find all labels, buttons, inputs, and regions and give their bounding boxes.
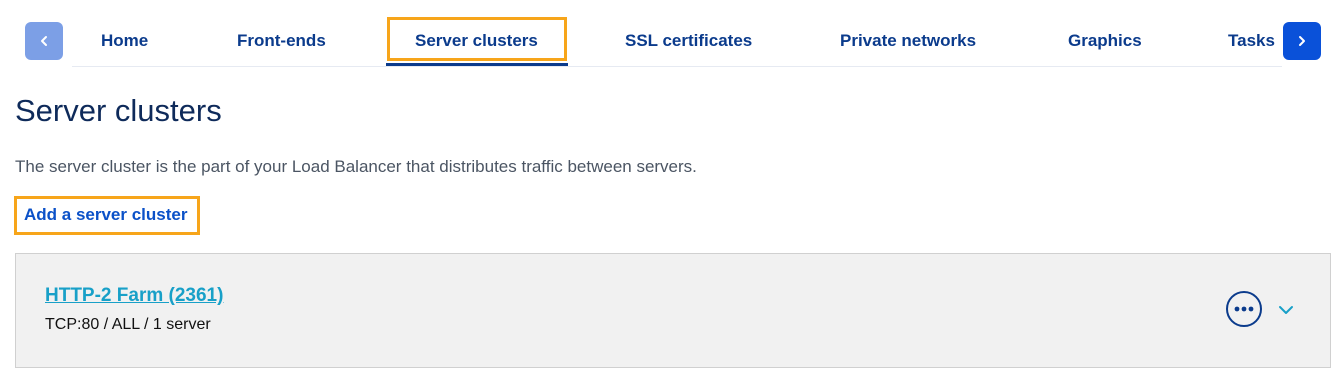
page-title: Server clusters (15, 93, 222, 128)
active-tab-indicator (386, 63, 568, 66)
page-description: The server cluster is the part of your L… (15, 157, 697, 176)
tabs-divider (72, 66, 1282, 67)
more-options-icon (1234, 306, 1254, 312)
tab-home[interactable]: Home (101, 28, 148, 58)
cluster-summary: TCP:80 / ALL / 1 server (45, 316, 211, 333)
tab-graphics[interactable]: Graphics (1068, 28, 1142, 58)
chevron-left-icon (41, 36, 47, 46)
cluster-actions-button[interactable] (1226, 291, 1262, 327)
tab-highlight-box (387, 17, 567, 61)
tabs-next-button[interactable] (1283, 22, 1321, 60)
tab-front-ends[interactable]: Front-ends (237, 28, 326, 58)
cluster-expand-button[interactable] (1277, 301, 1295, 319)
cluster-name-link[interactable]: HTTP-2 Farm (2361) (45, 285, 223, 307)
tab-ssl-certificates[interactable]: SSL certificates (625, 28, 752, 58)
tab-private-networks[interactable]: Private networks (840, 28, 976, 58)
cluster-card: HTTP-2 Farm (2361) TCP:80 / ALL / 1 serv… (15, 253, 1331, 368)
tab-tasks[interactable]: Tasks (1228, 28, 1275, 58)
tabs-prev-button[interactable] (25, 22, 63, 60)
chevron-right-icon (1299, 36, 1305, 46)
add-server-cluster-link[interactable]: Add a server cluster (24, 205, 187, 225)
chevron-down-icon (1279, 306, 1293, 314)
